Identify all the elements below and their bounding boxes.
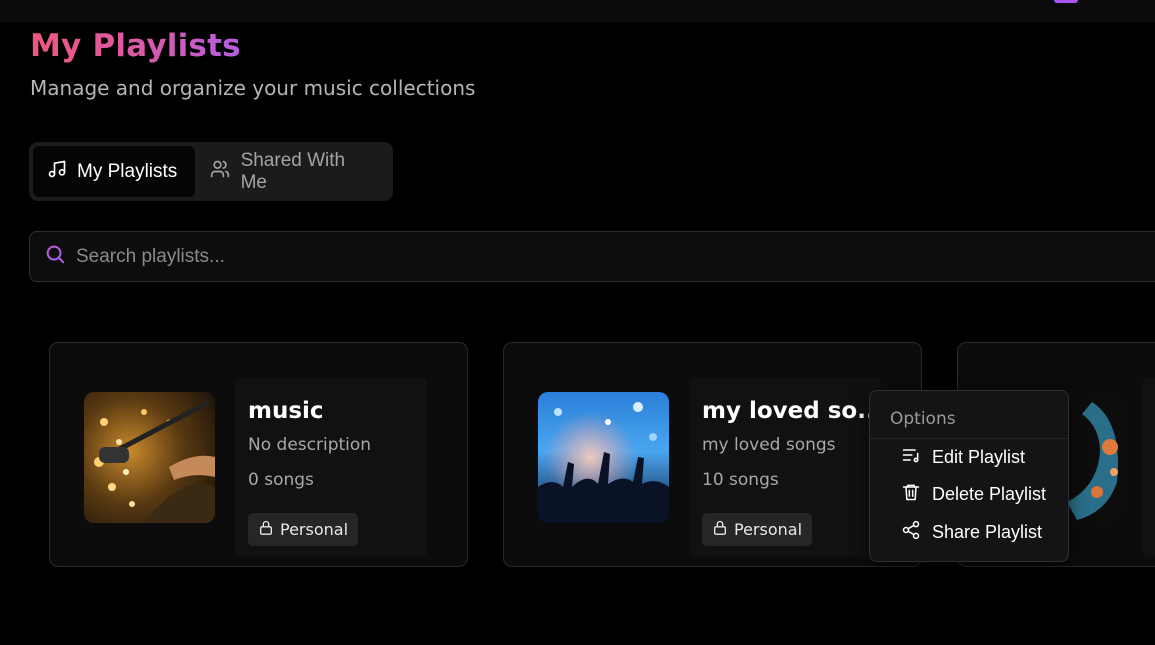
playlist-description: my loved songs: [702, 435, 836, 455]
playlist-info: my loved so... my loved songs 10 songs P…: [689, 378, 881, 556]
options-menu: Options Edit Playlist Delete Playlist Sh…: [869, 390, 1069, 562]
search-bar: [29, 231, 1155, 282]
playlist-info: music No description 0 songs Personal: [235, 378, 427, 556]
privacy-badge: Personal: [248, 513, 359, 546]
badge-label: Personal: [280, 520, 349, 539]
playlist-description: No description: [248, 435, 372, 455]
music-note-icon: [47, 159, 67, 185]
playlist-title[interactable]: my loved so...: [702, 398, 872, 424]
trash-icon: [900, 482, 922, 507]
playlist-cover-image: [538, 392, 669, 523]
avatar[interactable]: [1054, 0, 1078, 3]
share-playlist-menu-item[interactable]: Share Playlist: [900, 518, 1042, 546]
delete-playlist-menu-item[interactable]: Delete Playlist: [900, 480, 1046, 508]
tab-bar: My Playlists Shared With Me: [29, 142, 393, 201]
badge-label: Personal: [734, 520, 803, 539]
playlist-cover-image: [84, 392, 215, 523]
users-icon: [209, 159, 231, 185]
playlist-info: [1143, 378, 1155, 556]
top-bar: [0, 0, 1155, 22]
share-icon: [900, 520, 922, 545]
tab-shared-with-me[interactable]: Shared With Me: [195, 146, 389, 197]
edit-playlist-menu-item[interactable]: Edit Playlist: [900, 443, 1025, 471]
tab-label: Shared With Me: [240, 149, 346, 193]
tab-my-playlists[interactable]: My Playlists: [33, 146, 195, 197]
menu-item-label: Edit Playlist: [932, 446, 1026, 467]
menu-item-label: Delete Playlist: [932, 483, 1047, 504]
menu-header: Options: [870, 391, 1068, 439]
search-icon: [44, 243, 66, 270]
playlist-card[interactable]: my loved so... my loved songs 10 songs P…: [503, 342, 922, 567]
menu-item-label: Share Playlist: [932, 521, 1043, 542]
edit-list-icon: [900, 445, 922, 470]
tab-label: My Playlists: [77, 160, 178, 182]
privacy-badge: Personal: [702, 513, 813, 546]
page-title: My Playlists: [30, 28, 241, 64]
playlist-song-count: 0 songs: [248, 470, 314, 490]
lock-icon: [258, 519, 274, 540]
playlist-card[interactable]: music No description 0 songs Personal: [49, 342, 468, 567]
page-subtitle: Manage and organize your music collectio…: [30, 76, 476, 100]
search-input[interactable]: [76, 245, 976, 268]
playlist-song-count: 10 songs: [702, 470, 779, 490]
lock-icon: [712, 519, 728, 540]
playlist-title[interactable]: music: [248, 398, 324, 424]
